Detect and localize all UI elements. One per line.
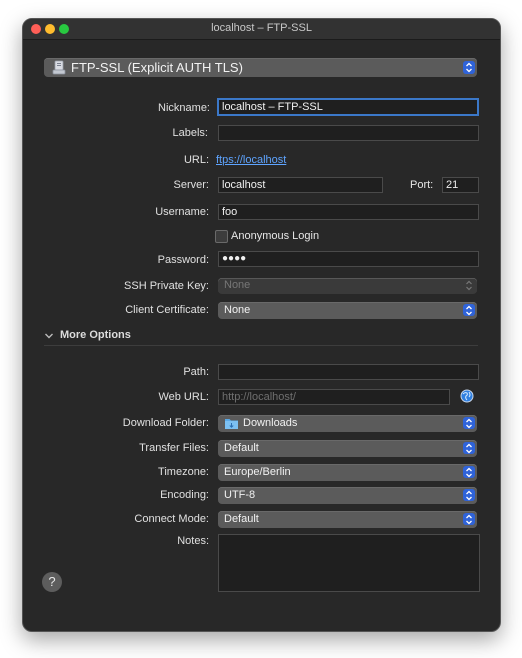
encoding-popup[interactable]: UTF-8 [218,487,477,504]
updown-chevron-icon [463,417,475,429]
web-url-label: Web URL: [158,391,209,403]
title-bar: localhost – FTP-SSL [23,19,500,40]
username-field[interactable]: foo [218,204,479,220]
password-label: Password: [157,254,209,266]
port-field[interactable]: 21 [442,177,479,193]
updown-chevron-icon [463,513,475,525]
download-folder-label: Download Folder: [122,417,209,429]
username-label: Username: [155,206,209,218]
nickname-label: Nickname: [158,102,210,114]
labels-field[interactable] [218,125,479,141]
timezone-label: Timezone: [158,466,209,478]
encoding-value: UTF-8 [224,489,256,501]
protocol-label: FTP-SSL (Explicit AUTH TLS) [71,60,243,75]
transfer-files-label: Transfer Files: [139,442,209,454]
updown-chevron-icon [463,304,475,316]
notes-textarea[interactable] [218,534,480,592]
client-certificate-popup[interactable]: None [218,302,477,319]
connect-mode-value: Default [224,513,259,525]
ssh-private-key-popup: None [218,278,477,294]
downloads-folder-icon [224,417,239,433]
connect-mode-popup[interactable]: Default [218,511,477,528]
more-options-divider [44,345,478,346]
labels-label: Labels: [172,127,208,139]
notes-label: Notes: [177,535,209,547]
chevron-down-icon[interactable] [44,331,54,343]
updown-chevron-icon [463,279,475,292]
nickname-field[interactable]: localhost – FTP-SSL [217,98,479,116]
download-folder-value: Downloads [243,417,298,429]
download-folder-popup[interactable]: Downloads [218,415,477,432]
updown-chevron-icon [463,61,475,74]
updown-chevron-icon [463,489,475,501]
path-label: Path: [183,366,209,378]
anonymous-login-label: Anonymous Login [231,230,320,242]
client-certificate-value: None [224,304,251,316]
connect-mode-label: Connect Mode: [134,513,209,525]
timezone-popup[interactable]: Europe/Berlin [218,464,477,481]
server-field[interactable]: localhost [218,177,383,193]
updown-chevron-icon [463,442,475,454]
ftp-drive-icon [52,60,66,78]
window-title: localhost – FTP-SSL [211,22,312,34]
ssh-private-key-value: None [224,279,251,291]
server-label: Server: [173,179,209,191]
protocol-popup[interactable]: FTP-SSL (Explicit AUTH TLS) [44,58,477,77]
url-link[interactable]: ftps://localhost [216,154,286,166]
updown-chevron-icon [463,466,475,478]
more-options-header[interactable]: More Options [60,329,131,341]
transfer-files-value: Default [224,442,259,454]
port-label: Port: [410,179,434,191]
timezone-value: Europe/Berlin [224,466,291,478]
bookmark-window: localhost – FTP-SSL FTP-SSL (Explicit AU… [22,18,501,632]
url-label: URL: [183,154,209,166]
password-field[interactable]: ●●●● [218,251,479,267]
anonymous-login-checkbox[interactable] [215,230,228,243]
ssh-private-key-label: SSH Private Key: [124,280,209,292]
encoding-label: Encoding: [160,489,209,501]
help-button[interactable]: ? [42,572,62,592]
web-url-field[interactable]: http://localhost/ [218,389,450,405]
client-certificate-label: Client Certificate: [125,304,209,316]
path-field[interactable] [218,364,479,380]
transfer-files-popup[interactable]: Default [218,440,477,457]
globe-icon[interactable] [460,389,474,406]
